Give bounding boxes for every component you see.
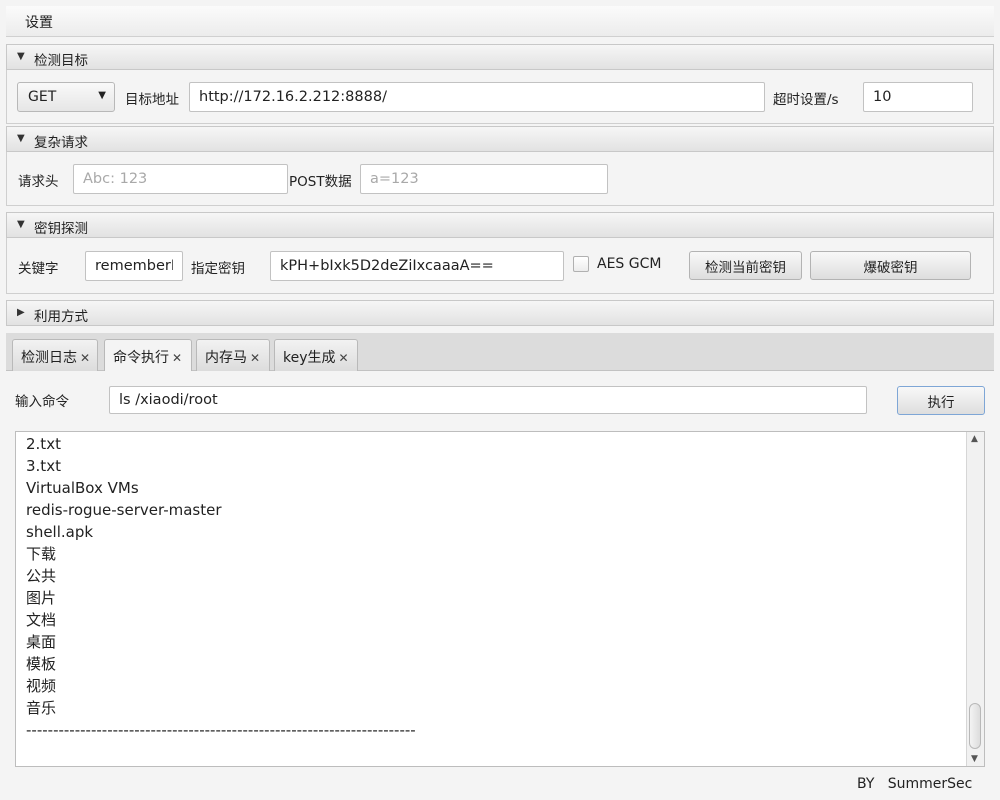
method-value: GET [28,89,57,105]
chevron-down-icon: ▼ [98,90,106,101]
scrollbar-thumb[interactable] [969,703,981,749]
aes-gcm-checkbox[interactable] [573,256,589,272]
section-key-title: 密钥探测 [34,221,88,237]
output-line: 音乐 [26,699,57,717]
command-label: 输入命令 [15,394,69,410]
secret-input[interactable] [270,251,564,281]
header-label: 请求头 [18,174,59,190]
header-input[interactable] [73,164,288,194]
section-exploit-title: 利用方式 [34,309,88,325]
output-line: 下载 [26,545,57,563]
section-exploit-header[interactable]: ▶ 利用方式 [6,300,994,326]
section-complex-title: 复杂请求 [34,135,88,151]
section-target-header[interactable]: ▼ 检测目标 [6,44,994,70]
section-key-header[interactable]: ▼ 密钥探测 [6,212,994,238]
output-line: 桌面 [26,633,57,651]
execute-button[interactable]: 执行 [897,386,985,415]
close-icon[interactable]: ✕ [250,351,260,365]
menu-settings[interactable]: 设置 [25,12,53,32]
close-icon[interactable]: ✕ [80,351,90,365]
output-line: 图片 [26,589,57,607]
tab-label: 检测日志 [21,350,77,366]
scroll-down-icon[interactable]: ▼ [971,754,978,764]
expanded-triangle-icon: ▼ [17,219,25,230]
tab-bar: 检测日志 ✕ 命令执行 ✕ 内存马 ✕ key生成 ✕ [6,333,994,371]
output-textarea[interactable]: 2.txt 3.txt VirtualBox VMs redis-rogue-serv… [15,431,985,767]
output-line: redis-rogue-server-master [26,501,222,519]
post-label: POST数据 [289,174,352,190]
keyword-label: 关键字 [18,261,59,277]
output-line: ----------------------------------------… [26,721,416,739]
tab-label: 内存马 [205,350,247,366]
section-target-body: GET ▼ 目标地址 超时设置/s [6,70,994,124]
menu-bar: 设置 [6,6,994,37]
section-target-title: 检测目标 [34,53,88,69]
brute-key-button[interactable]: 爆破密钥 [810,251,971,280]
url-input[interactable] [189,82,765,112]
collapsed-triangle-icon: ▶ [17,307,25,318]
method-select[interactable]: GET ▼ [17,82,115,112]
expanded-triangle-icon: ▼ [17,133,25,144]
tab-detect-log[interactable]: 检测日志 ✕ [12,339,98,371]
tab-label: 命令执行 [113,350,169,366]
tab-label: key生成 [283,350,336,366]
footer-credit: BY SummerSec [857,776,973,792]
timeout-input[interactable] [863,82,973,112]
tab-memory-shell[interactable]: 内存马 ✕ [196,339,270,371]
output-line: 2.txt [26,435,61,453]
output-line: 模板 [26,655,57,673]
output-line: VirtualBox VMs [26,479,139,497]
timeout-label: 超时设置/s [773,92,839,108]
check-key-button[interactable]: 检测当前密钥 [689,251,802,280]
tab-key-gen[interactable]: key生成 ✕ [274,339,358,371]
command-input[interactable] [109,386,867,414]
section-complex-body: 请求头 POST数据 [6,152,994,206]
section-complex-header[interactable]: ▼ 复杂请求 [6,126,994,152]
output-line: 视频 [26,677,57,695]
output-line: 3.txt [26,457,61,475]
url-label: 目标地址 [125,92,179,108]
output-line: 公共 [26,567,57,585]
aes-gcm-label: AES GCM [597,256,662,272]
expanded-triangle-icon: ▼ [17,51,25,62]
close-icon[interactable]: ✕ [339,351,349,365]
output-line: shell.apk [26,523,94,541]
tab-command-exec[interactable]: 命令执行 ✕ [104,339,192,371]
secret-label: 指定密钥 [191,261,245,277]
scroll-up-icon[interactable]: ▲ [971,434,978,444]
output-line: 文档 [26,611,57,629]
section-key-body: 关键字 指定密钥 AES GCM 检测当前密钥 爆破密钥 [6,238,994,294]
post-input[interactable] [360,164,608,194]
close-icon[interactable]: ✕ [172,351,182,365]
vertical-scrollbar[interactable]: ▲ ▼ [966,432,984,766]
keyword-input[interactable] [85,251,183,281]
output-lines: 2.txt 3.txt VirtualBox VMs redis-rogue-serv… [26,433,962,741]
